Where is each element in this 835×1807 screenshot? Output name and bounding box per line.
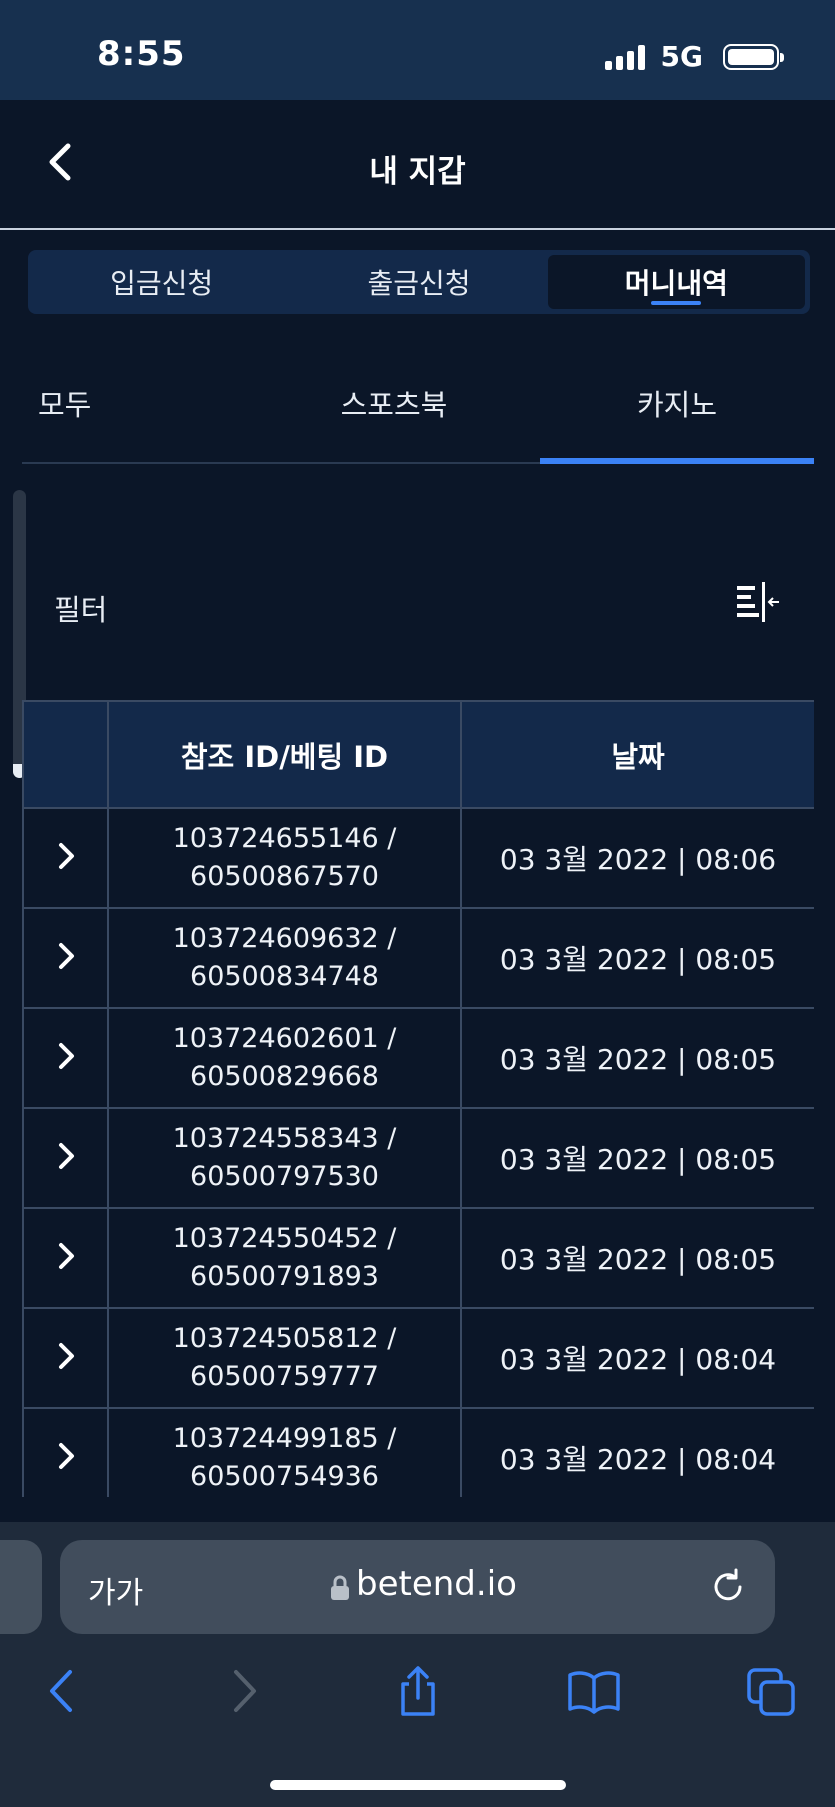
bet-id: 60500791893 <box>190 1261 379 1292</box>
expand-chevron-icon[interactable] <box>53 1041 79 1071</box>
signal-icon <box>604 44 645 70</box>
table-row[interactable]: 103724505812 / 60500759777 03 3월 2022 | 0… <box>22 1307 814 1409</box>
segment-deposit-request[interactable]: 입금신청 <box>33 255 290 309</box>
browser-forward-icon[interactable] <box>216 1664 270 1718</box>
row-date: 03 3월 2022 | 08:05 <box>460 1207 814 1309</box>
bet-id: 60500829668 <box>190 1061 379 1092</box>
text-size-button[interactable]: 가가 <box>88 1568 143 1612</box>
bet-id: 60500754936 <box>190 1461 379 1492</box>
table-row[interactable]: 103724550452 / 60500791893 03 3월 2022 | 0… <box>22 1207 814 1309</box>
status-time: 8:55 <box>97 34 186 74</box>
wallet-segment-control: 입금신청 출금신청 머니내역 <box>28 250 810 314</box>
row-date: 03 3월 2022 | 08:05 <box>460 1007 814 1109</box>
tab-all[interactable]: 모두 <box>22 350 248 462</box>
app-header: 내 지갑 <box>0 100 835 230</box>
battery-icon <box>723 43 784 70</box>
ref-id: 103724505812 / <box>172 1323 397 1354</box>
segment-withdraw-request[interactable]: 출금신청 <box>290 255 547 309</box>
expand-chevron-icon[interactable] <box>53 1241 79 1271</box>
ref-id: 103724602601 / <box>172 1023 397 1054</box>
header-expand <box>22 700 109 809</box>
filter-label: 필터 <box>54 593 108 627</box>
row-date: 03 3월 2022 | 08:06 <box>460 807 814 909</box>
page-title: 내 지갑 <box>369 154 466 190</box>
row-date: 03 3월 2022 | 08:05 <box>460 1107 814 1209</box>
reload-icon[interactable] <box>707 1565 749 1607</box>
previous-tab-preview[interactable] <box>0 1540 42 1634</box>
header-date: 날짜 <box>460 700 814 809</box>
browser-back-icon[interactable] <box>36 1664 90 1718</box>
ref-id: 103724609632 / <box>172 923 397 954</box>
status-indicators: 5G <box>604 40 784 73</box>
home-indicator <box>270 1780 566 1790</box>
table-row[interactable]: 103724558343 / 60500797530 03 3월 2022 | 0… <box>22 1107 814 1209</box>
ref-id: 103724655146 / <box>172 823 397 854</box>
bet-id: 60500797530 <box>190 1161 379 1192</box>
filter-collapse-icon[interactable] <box>735 582 781 622</box>
transaction-table: 참조 ID/베팅 ID 날짜 103724655146 / 60500867570… <box>22 700 814 1497</box>
expand-chevron-icon[interactable] <box>53 941 79 971</box>
table-row[interactable]: 103724655146 / 60500867570 03 3월 2022 | 0… <box>22 807 814 909</box>
browser-toolbar: 가가 betend.io <box>0 1522 835 1807</box>
table-header-row: 참조 ID/베팅 ID 날짜 <box>22 700 814 809</box>
bet-id: 60500759777 <box>190 1361 379 1392</box>
expand-chevron-icon[interactable] <box>53 1341 79 1371</box>
ref-id: 103724550452 / <box>172 1223 397 1254</box>
tab-sportsbook[interactable]: 스포츠북 <box>248 350 540 462</box>
expand-chevron-icon[interactable] <box>53 1441 79 1471</box>
url-text: betend.io <box>356 1564 517 1604</box>
bookmarks-icon[interactable] <box>567 1664 621 1718</box>
header-ref-bet-id: 참조 ID/베팅 ID <box>107 700 462 809</box>
network-type: 5G <box>660 40 703 73</box>
lock-icon <box>331 1575 349 1600</box>
tab-casino[interactable]: 카지노 <box>540 350 814 464</box>
segment-money-history[interactable]: 머니내역 <box>547 255 805 309</box>
table-row[interactable]: 103724602601 / 60500829668 03 3월 2022 | 0… <box>22 1007 814 1109</box>
tabs-icon[interactable] <box>745 1664 799 1718</box>
row-date: 03 3월 2022 | 08:04 <box>460 1307 814 1409</box>
bet-id: 60500867570 <box>190 861 379 892</box>
expand-chevron-icon[interactable] <box>53 841 79 871</box>
table-row[interactable]: 103724609632 / 60500834748 03 3월 2022 | 0… <box>22 907 814 1009</box>
ref-id: 103724499185 / <box>172 1423 397 1454</box>
table-row[interactable]: 103724499185 / 60500754936 03 3월 2022 | 0… <box>22 1407 814 1497</box>
row-date: 03 3월 2022 | 08:04 <box>460 1407 814 1497</box>
bet-id: 60500834748 <box>190 961 379 992</box>
status-bar: 8:55 5G <box>0 0 835 100</box>
ref-id: 103724558343 / <box>172 1123 397 1154</box>
share-icon[interactable] <box>391 1664 445 1718</box>
expand-chevron-icon[interactable] <box>53 1141 79 1171</box>
address-bar[interactable]: 가가 betend.io <box>60 1540 775 1634</box>
row-date: 03 3월 2022 | 08:05 <box>460 907 814 1009</box>
history-category-tabs: 모두 스포츠북 카지노 <box>22 350 814 464</box>
